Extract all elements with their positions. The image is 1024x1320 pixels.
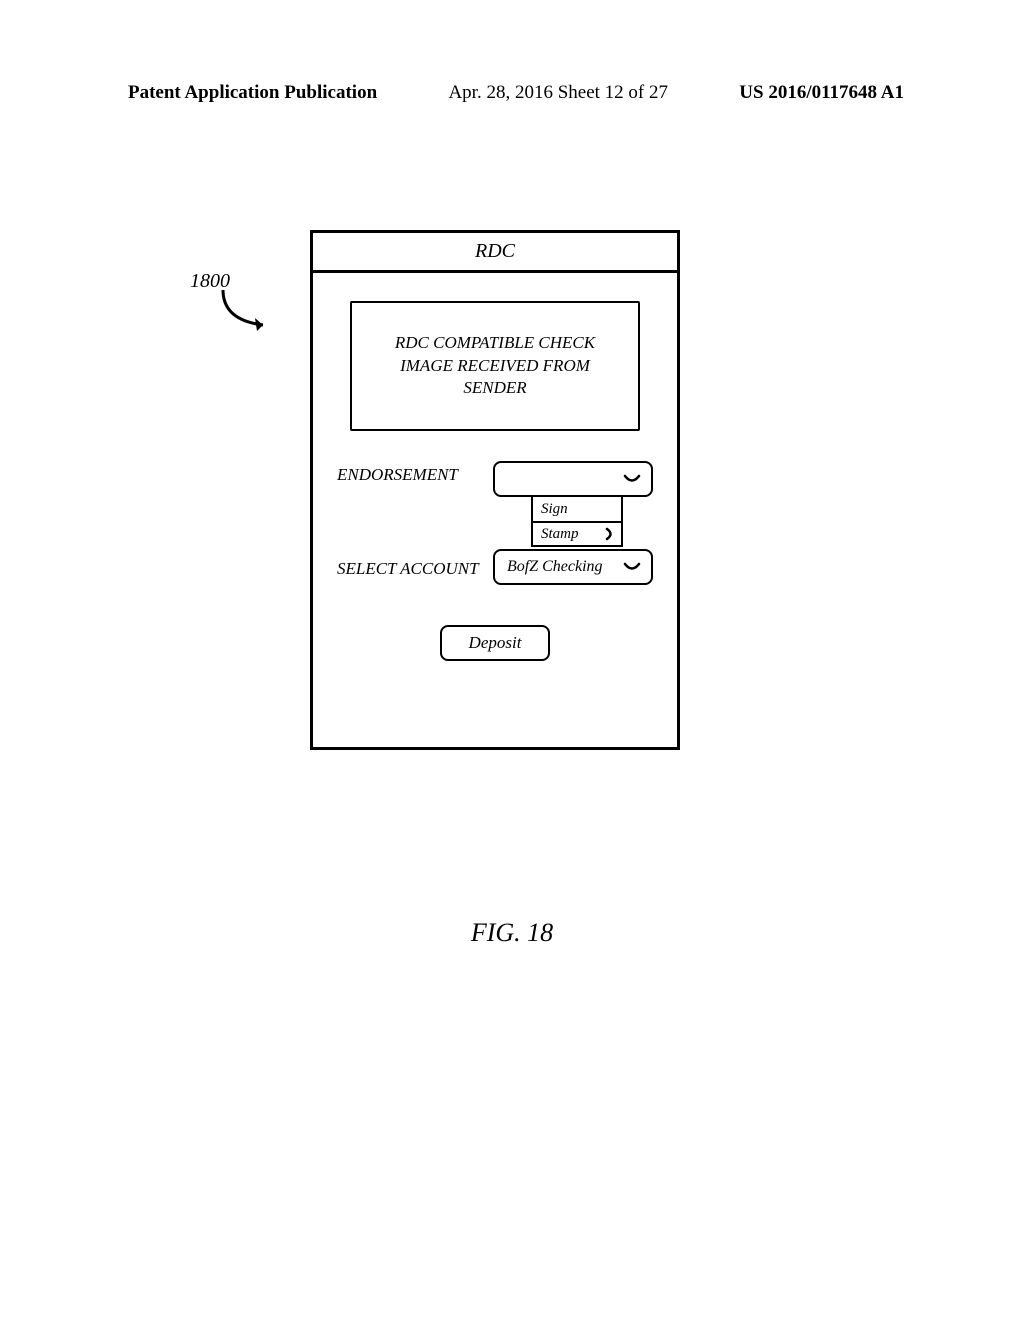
account-row: SELECT ACCOUNT BofZ Checking xyxy=(337,549,653,585)
select-account-label: SELECT ACCOUNT xyxy=(337,555,479,579)
app-title-bar: RDC xyxy=(313,233,677,273)
deposit-button[interactable]: Deposit xyxy=(440,625,550,661)
check-image-placeholder: RDC COMPATIBLE CHECK IMAGE RECEIVED FROM… xyxy=(350,301,640,431)
chevron-right-icon xyxy=(605,527,615,541)
header-right: US 2016/0117648 A1 xyxy=(739,82,904,104)
page-header: Patent Application Publication Apr. 28, … xyxy=(128,82,904,104)
app-body: RDC COMPATIBLE CHECK IMAGE RECEIVED FROM… xyxy=(313,273,677,681)
option-sign-label: Sign xyxy=(541,501,568,518)
header-left: Patent Application Publication xyxy=(128,82,377,104)
endorsement-row: ENDORSEMENT Sign Stamp xyxy=(337,461,653,497)
option-stamp-label: Stamp xyxy=(541,526,579,543)
deposit-label: Deposit xyxy=(469,633,522,653)
endorsement-option-sign[interactable]: Sign xyxy=(533,497,621,521)
account-value: BofZ Checking xyxy=(507,558,603,576)
chevron-down-icon xyxy=(623,561,641,573)
figure-caption: FIG. 18 xyxy=(0,918,1024,948)
deposit-row: Deposit xyxy=(337,625,653,661)
endorsement-menu: Sign Stamp xyxy=(531,495,623,547)
header-center: Apr. 28, 2016 Sheet 12 of 27 xyxy=(448,82,668,104)
check-image-text: RDC COMPATIBLE CHECK IMAGE RECEIVED FROM… xyxy=(370,332,620,401)
endorsement-option-stamp[interactable]: Stamp xyxy=(533,521,621,545)
app-title: RDC xyxy=(475,240,515,263)
chevron-down-icon xyxy=(623,473,641,485)
device-frame: RDC RDC COMPATIBLE CHECK IMAGE RECEIVED … xyxy=(310,230,680,750)
endorsement-label: ENDORSEMENT xyxy=(337,461,458,485)
reference-arrow-icon xyxy=(215,285,285,335)
endorsement-dropdown[interactable] xyxy=(493,461,653,497)
account-dropdown[interactable]: BofZ Checking xyxy=(493,549,653,585)
endorsement-group: Sign Stamp xyxy=(493,461,653,497)
